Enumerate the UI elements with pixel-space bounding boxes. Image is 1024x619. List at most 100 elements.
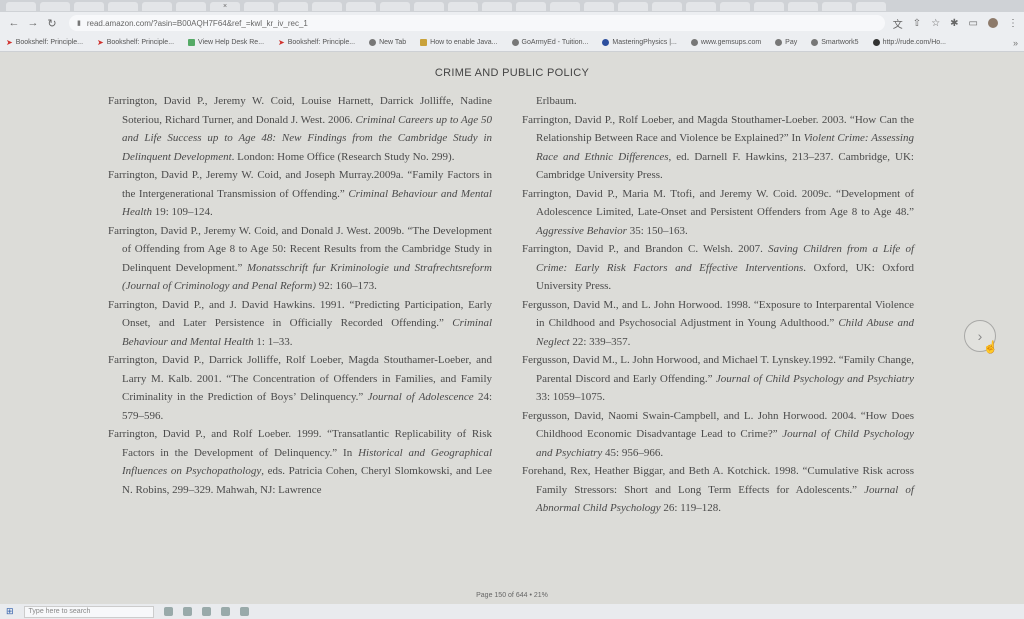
taskbar-app-icon[interactable]: [239, 607, 249, 616]
address-bar[interactable]: ▮ read.amazon.com/?asin=B00AQH7F64&ref_=…: [69, 15, 885, 31]
browser-tab[interactable]: [618, 1, 648, 11]
browser-tab[interactable]: [346, 1, 376, 11]
taskbar-search[interactable]: Type here to search: [23, 605, 154, 618]
bookmark-label: View Help Desk Re...: [198, 39, 265, 46]
browser-tab[interactable]: [40, 1, 70, 11]
reference-continuation: Erlbaum.: [536, 95, 577, 107]
tab-strip: ×: [0, 0, 1024, 12]
browser-tab[interactable]: [6, 1, 36, 11]
taskbar-app-icon[interactable]: [220, 607, 230, 616]
reference-entry: Fergusson, David M., L. John Horwood, an…: [522, 354, 914, 403]
browser-tab[interactable]: [74, 1, 104, 11]
share-icon[interactable]: ⇧: [913, 18, 921, 29]
browser-tab[interactable]: [856, 1, 886, 11]
taskbar-app-icon[interactable]: [182, 607, 192, 616]
toolbar-actions: 文 ⇧ ☆ ✱ ▭ ⋮: [893, 16, 1018, 31]
search-placeholder: Type here to search: [28, 608, 91, 615]
reader-view: CRIME AND PUBLIC POLICY Farrington, Davi…: [0, 52, 1024, 604]
browser-tab[interactable]: [720, 1, 750, 11]
taskbar: ⊞ Type here to search: [0, 604, 1024, 619]
bookmark-item[interactable]: GoArmyEd - Tuition...: [511, 39, 589, 46]
bookmark-item[interactable]: How to enable Java...: [420, 39, 498, 46]
translate-icon[interactable]: 文: [893, 16, 903, 31]
browser-tab[interactable]: [788, 1, 818, 11]
extensions-icon[interactable]: ✱: [950, 18, 958, 29]
browser-tab[interactable]: [652, 1, 682, 11]
java-favicon-icon: [420, 39, 428, 46]
bookmark-item[interactable]: ➤ Bookshelf: Principle...: [278, 38, 355, 47]
bookmarks-overflow-icon[interactable]: »: [1013, 38, 1018, 48]
reference-entry: Forehand, Rex, Heather Biggar, and Beth …: [522, 465, 914, 514]
avatar[interactable]: [988, 18, 998, 28]
arrow-favicon-icon: ➤: [97, 38, 104, 47]
lock-icon[interactable]: ▮: [77, 19, 81, 27]
bookmark-label: MasteringPhysics |...: [612, 39, 677, 46]
bookmark-item[interactable]: www.gemsups.com: [690, 39, 761, 46]
browser-tab[interactable]: [312, 1, 342, 11]
browser-tab[interactable]: [754, 1, 784, 11]
back-arrow-icon[interactable]: ←: [6, 15, 22, 31]
info-favicon-icon: [872, 39, 880, 46]
browser-tab[interactable]: [822, 1, 852, 11]
taskbar-app-icon[interactable]: [201, 607, 211, 616]
browser-tab[interactable]: [482, 1, 512, 11]
right-column: Erlbaum. Farrington, David P., Rolf Loeb…: [522, 92, 914, 518]
bookmark-label: http://rude.com/Ho...: [882, 39, 946, 46]
bookmark-label: Bookshelf: Principle...: [287, 39, 356, 46]
browser-tab[interactable]: [550, 1, 580, 11]
browser-tab[interactable]: [278, 1, 308, 11]
forward-arrow-icon[interactable]: →: [25, 15, 41, 31]
globe-icon: [369, 39, 377, 46]
reference-entry: Farrington, David P., and Brandon C. Wel…: [522, 243, 915, 292]
globe-icon: [775, 39, 783, 46]
browser-tab[interactable]: [176, 1, 206, 11]
browser-toolbar: ← → ↻ ▮ read.amazon.com/?asin=B00AQH7F64…: [0, 12, 1024, 34]
reference-entry: Farrington, David P., Jeremy W. Coid, Lo…: [108, 95, 492, 163]
browser-tab[interactable]: [108, 1, 138, 11]
bookmark-item[interactable]: New Tab: [369, 39, 406, 46]
browser-tab[interactable]: [142, 1, 172, 11]
bookmark-label: New Tab: [379, 39, 407, 46]
bookmark-item[interactable]: http://rude.com/Ho...: [872, 39, 946, 46]
bookmark-label: GoArmyEd - Tuition...: [521, 39, 589, 46]
browser-tab[interactable]: [516, 1, 546, 11]
bookmark-item[interactable]: ➤ Bookshelf: Principle...: [97, 38, 174, 47]
reference-entry: Farrington, David P., and Rolf Loeber. 1…: [108, 428, 493, 496]
arrow-favicon-icon: ➤: [6, 38, 13, 47]
reload-icon[interactable]: ↻: [44, 15, 60, 31]
browser-tab[interactable]: [380, 1, 410, 11]
running-header: CRIME AND PUBLIC POLICY: [434, 67, 590, 79]
bookmark-label: How to enable Java...: [430, 39, 498, 46]
bookmarks-bar: ➤ Bookshelf: Principle... ➤ Bookshelf: Pri…: [0, 34, 1024, 52]
bookmark-item[interactable]: ➤ Bookshelf: Principle...: [6, 38, 83, 47]
close-tab-icon[interactable]: ×: [223, 3, 227, 10]
browser-tab[interactable]: [244, 1, 274, 11]
windows-start-icon[interactable]: ⊞: [6, 606, 14, 617]
browser-tab[interactable]: [448, 1, 478, 11]
helpdesk-favicon-icon: [188, 39, 196, 46]
globe-icon: [811, 39, 819, 46]
menu-icon[interactable]: ⋮: [1008, 18, 1018, 29]
globe-icon: [690, 39, 698, 46]
reference-entry: Fergusson, David, Naomi Swain-Campbell, …: [522, 409, 914, 459]
bookmark-label: Smartwork5: [821, 39, 859, 46]
reference-entry: Fergusson, David M., and L. John Horwood…: [522, 298, 914, 348]
bookmark-item[interactable]: View Help Desk Re...: [188, 39, 264, 46]
bookmark-label: Bookshelf: Principle...: [106, 39, 175, 46]
bookmark-item[interactable]: Pay: [775, 39, 797, 46]
browser-tab[interactable]: [414, 1, 444, 11]
globe-icon: [511, 39, 519, 46]
bookmark-star-icon[interactable]: ☆: [931, 18, 940, 29]
url-text: read.amazon.com/?asin=B00AQH7F64&ref_=kw…: [86, 18, 308, 28]
browser-tab[interactable]: [584, 1, 614, 11]
browser-tab-active[interactable]: ×: [210, 1, 240, 11]
bookmark-item[interactable]: MasteringPhysics |...: [602, 39, 677, 46]
side-panel-icon[interactable]: ▭: [969, 18, 978, 29]
mastering-favicon-icon: [602, 39, 610, 46]
reference-entry: Farrington, David P., Jeremy W. Coid, an…: [108, 169, 492, 218]
reference-entry: Farrington, David P., Maria M. Ttofi, an…: [522, 187, 914, 237]
bookmark-item[interactable]: Smartwork5: [811, 39, 859, 46]
reference-entry: Farrington, David P., Darrick Jolliffe, …: [108, 354, 492, 422]
browser-tab[interactable]: [686, 1, 716, 11]
taskbar-app-icon[interactable]: [163, 607, 173, 616]
